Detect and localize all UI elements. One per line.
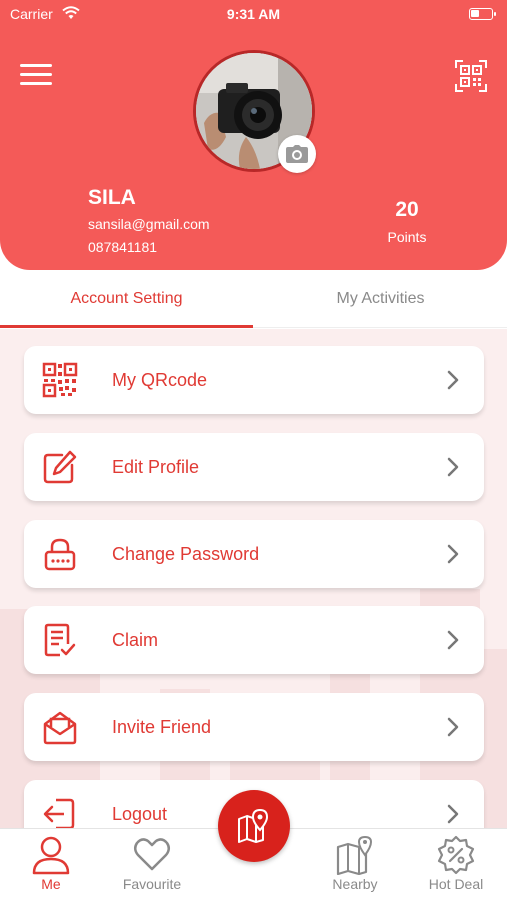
claim-document-icon [44, 623, 76, 657]
discount-badge-icon [437, 835, 475, 875]
center-map-button[interactable] [218, 790, 290, 862]
nav-label: Me [41, 876, 61, 892]
menu-item-change-password[interactable]: Change Password [24, 520, 484, 588]
map-pin-icon [238, 809, 269, 843]
qrcode-icon [42, 362, 78, 398]
battery-icon [469, 8, 496, 20]
status-bar: Carrier 9:31 AM [0, 4, 507, 26]
menu-item-label: My QRcode [112, 370, 208, 390]
menu-item-label: Claim [112, 630, 159, 650]
chevron-right-icon [447, 804, 459, 824]
chevron-right-icon [447, 630, 459, 650]
edit-icon [43, 450, 77, 484]
menu-item-my-qrcode[interactable]: My QRcode [24, 346, 484, 414]
menu-item-invite-friend[interactable]: Invite Friend [24, 693, 484, 761]
nav-hot-deal[interactable]: Hot Deal [406, 829, 506, 900]
tab-bar: Account Setting My Activities [0, 270, 507, 328]
nav-label: Nearby [332, 876, 378, 892]
map-icon [336, 835, 373, 875]
menu-item-claim[interactable]: Claim [24, 606, 484, 674]
status-time: 9:31 AM [226, 6, 281, 22]
chevron-right-icon [447, 370, 459, 390]
tab-account-setting[interactable]: Account Setting [0, 270, 253, 328]
nav-label: Favourite [122, 876, 182, 892]
lock-icon [44, 538, 76, 571]
active-tab-indicator [0, 325, 253, 328]
chevron-right-icon [447, 717, 459, 737]
nav-me[interactable]: Me [1, 829, 101, 900]
chevron-right-icon [447, 544, 459, 564]
envelope-icon [43, 711, 77, 745]
logout-icon [43, 798, 75, 830]
nav-favourite[interactable]: Favourite [102, 829, 202, 900]
menu-item-edit-profile[interactable]: Edit Profile [24, 433, 484, 501]
hamburger-menu-icon[interactable] [20, 64, 52, 86]
user-email: sansila@gmail.com [88, 216, 210, 232]
menu-item-label: Invite Friend [112, 717, 212, 737]
user-phone: 087841181 [88, 239, 158, 255]
nav-label: Hot Deal [428, 876, 484, 892]
change-photo-button[interactable] [278, 135, 316, 173]
profile-header: Carrier 9:31 AM SILA sansila@gmail.com 0… [0, 0, 507, 270]
user-name: SILA [88, 186, 136, 209]
points-value: 20 [395, 198, 419, 221]
nav-nearby[interactable]: Nearby [305, 829, 405, 900]
menu-item-label: Edit Profile [112, 457, 200, 477]
tab-my-activities[interactable]: My Activities [254, 270, 507, 328]
points-label: Points [387, 229, 427, 245]
chevron-right-icon [447, 457, 459, 477]
camera-icon [286, 145, 308, 163]
user-icon [32, 836, 70, 875]
qr-scan-icon[interactable] [455, 60, 487, 92]
menu-item-label: Change Password [112, 544, 260, 564]
heart-icon [134, 838, 170, 871]
menu-item-label: Logout [112, 804, 168, 824]
